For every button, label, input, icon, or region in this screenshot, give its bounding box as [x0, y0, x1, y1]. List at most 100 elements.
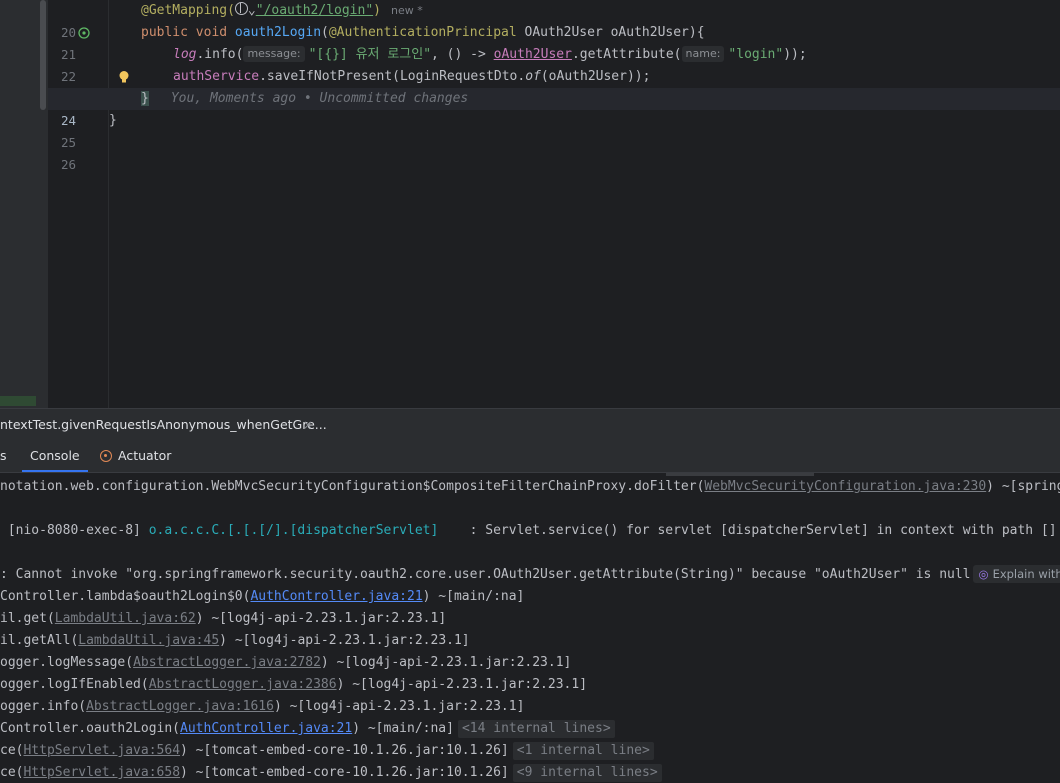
log-text: [nio-8080-exec-8]	[0, 523, 149, 538]
code-text: @GetMapping(⌄"/oauth2/login") new *	[141, 0, 423, 22]
log-text: ) ~[main/:na]	[422, 589, 525, 604]
source-link[interactable]: LambdaUtil.java:62	[55, 611, 196, 626]
paren: )	[373, 3, 381, 18]
log-text: ogger.info(	[0, 699, 87, 714]
log-text: ) ~[log4j-api-2.23.1.jar:2.23.1]	[320, 655, 572, 670]
folded-lines-toggle[interactable]: <9 internal lines>	[512, 764, 662, 782]
log-text: ) ~[log4j-api-2.23.1.jar:2.23.1]	[219, 633, 470, 648]
parameter-hint: message:	[243, 46, 305, 62]
console-line: [nio-8080-exec-8] o.a.c.c.C.[.[.[/].[dis…	[0, 520, 1060, 542]
code-line[interactable]: 21 public void oauth2Login(@Authenticati…	[48, 22, 1060, 62]
log-text: ) ~[log4j-api-2.23.1.jar:2.23.1]	[195, 611, 447, 626]
method-name: oauth2Login	[234, 25, 322, 40]
log-text: ce(	[0, 743, 24, 758]
stack-frame: Controller.oauth2Login(AuthController.ja…	[0, 718, 615, 740]
tab-actuator-label: Actuator	[118, 448, 172, 463]
log-text: il.getAll(	[0, 633, 79, 648]
console-line: : Cannot invoke "org.springframework.sec…	[0, 564, 1060, 586]
code-text: } You, Moments ago • Uncommitted changes	[141, 88, 468, 110]
code-text: authService.saveIfNotPresent(LoginReques…	[173, 66, 650, 88]
code-line[interactable]: 26	[48, 132, 1060, 172]
console-output[interactable]: notation.web.configuration.WebMvcSecurit…	[0, 473, 1060, 783]
endpoint-path[interactable]: "/oauth2/login"	[256, 3, 373, 18]
field-ref: authService	[173, 69, 260, 84]
closing-brace: }	[141, 91, 149, 106]
source-link[interactable]: WebMvcSecurityConfiguration.java:230	[704, 479, 986, 494]
stack-frame: il.getAll(LambdaUtil.java:45) ~[log4j-ap…	[0, 630, 470, 652]
code-line[interactable]: 22 log.info(message: "[{}] 유저 로그인", () ->…	[48, 44, 1060, 84]
run-tab-bar: ntextTest.givenRequestIsAnonymous_whenGe…	[0, 408, 1060, 441]
code-editor[interactable]: 20 @GetMapping(⌄"/oauth2/login") new * 21…	[0, 0, 1060, 408]
log-field: log	[173, 47, 197, 62]
code-text: public void oauth2Login(@AuthenticationP…	[141, 22, 705, 44]
code-line[interactable]: 23 authService.saveIfNotPresent(LoginReq…	[48, 66, 1060, 106]
string-literal: "login"	[728, 47, 784, 62]
stack-frame: ogger.info(AbstractLogger.java:1616) ~[l…	[0, 696, 524, 718]
source-link[interactable]: AuthController.java:21	[250, 589, 422, 604]
source-link[interactable]: AbstractLogger.java:1616	[86, 699, 274, 714]
string-literal: "[{}] 유저 로그인"	[308, 47, 432, 62]
source-link[interactable]: HttpServlet.java:658	[23, 765, 180, 780]
log-text: Controller.lambda$oauth2Login$0(	[0, 589, 251, 604]
close-icon[interactable]: ×	[303, 417, 317, 433]
new-hint[interactable]: new *	[391, 4, 423, 17]
log-text: ogger.logIfEnabled(	[0, 677, 149, 692]
source-link[interactable]: AbstractLogger.java:2782	[133, 655, 321, 670]
explain-label: Explain with	[992, 567, 1060, 581]
method-call: .info(	[196, 47, 244, 62]
log-text: : Servlet.service() for servlet [dispatc…	[438, 523, 1060, 538]
closing-brace: }	[109, 113, 117, 128]
stack-frame: il.get(LambdaUtil.java:62) ~[log4j-api-2…	[0, 608, 446, 630]
source-link[interactable]: AuthController.java:21	[180, 721, 352, 736]
exception-message: : Cannot invoke "org.springframework.sec…	[0, 567, 971, 582]
folded-lines-toggle[interactable]: <14 internal lines>	[457, 720, 615, 738]
lightbulb-icon[interactable]	[118, 70, 130, 84]
variable-ref[interactable]: oAuth2User	[494, 47, 572, 62]
paren: ));	[783, 47, 807, 62]
stack-frame: ogger.logIfEnabled(AbstractLogger.java:2…	[0, 674, 587, 696]
parameters: OAuth2User oAuth2User){	[516, 25, 705, 40]
source-link[interactable]: LambdaUtil.java:45	[78, 633, 219, 648]
stack-frame: ce(HttpServlet.java:658) ~[tomcat-embed-…	[0, 762, 662, 783]
source-link[interactable]: AbstractLogger.java:2386	[149, 677, 337, 692]
project-panel-selection	[0, 396, 36, 406]
logger-name[interactable]: o.a.c.c.C.[.[.[/].[dispatcherServlet]	[149, 523, 439, 538]
source-link[interactable]: HttpServlet.java:564	[23, 743, 180, 758]
globe-icon[interactable]	[234, 2, 248, 15]
ai-assistant-icon: ◎	[978, 567, 989, 581]
tab-partial[interactable]: s	[0, 440, 7, 472]
code-line[interactable]: 25 }	[48, 110, 1060, 150]
endpoint-gutter-icon[interactable]	[78, 27, 90, 39]
tab-actuator[interactable]: Actuator	[100, 440, 171, 472]
tab-console[interactable]: Console	[22, 440, 88, 472]
chevron-down-icon[interactable]: ⌄	[248, 3, 256, 18]
log-text: notation.web.configuration.WebMvcSecurit…	[0, 479, 705, 494]
log-text: ) ~[spring-	[986, 479, 1060, 494]
log-text: ) ~[tomcat-embed-core-10.1.26.jar:10.1.2…	[180, 743, 509, 758]
code-line[interactable]: 20 @GetMapping(⌄"/oauth2/login") new *	[48, 0, 1060, 40]
annotation: @AuthenticationPrincipal	[328, 25, 517, 40]
stack-frame: Controller.lambda$oauth2Login$0(AuthCont…	[0, 586, 524, 608]
git-blame-annotation[interactable]: You, Moments ago • Uncommitted changes	[171, 91, 468, 106]
log-text: ogger.logMessage(	[0, 655, 134, 670]
project-panel-edge	[0, 0, 48, 408]
log-text: ce(	[0, 765, 24, 780]
folded-lines-toggle[interactable]: <1 internal line>	[512, 742, 654, 760]
paren: (	[321, 25, 329, 40]
project-panel-scrollbar[interactable]	[40, 0, 46, 110]
static-method: of	[525, 69, 541, 84]
log-text: il.get(	[0, 611, 55, 626]
stack-frame: ce(HttpServlet.java:564) ~[tomcat-embed-…	[0, 740, 654, 762]
stack-frame: ogger.logMessage(AbstractLogger.java:278…	[0, 652, 571, 674]
actuator-icon	[100, 450, 112, 462]
run-config-tab[interactable]: ntextTest.givenRequestIsAnonymous_whenGe…	[0, 409, 327, 441]
code-line-current[interactable]: 24 } You, Moments ago • Uncommitted chang…	[48, 88, 1060, 128]
method-call: .saveIfNotPresent(LoginRequestDto.	[259, 69, 526, 84]
explain-with-ai-button[interactable]: ◎ Explain with	[972, 565, 1060, 583]
parameter-hint: name:	[681, 46, 725, 62]
log-text: ) ~[log4j-api-2.23.1.jar:2.23.1]	[273, 699, 525, 714]
paren: (oAuth2User));	[540, 69, 651, 84]
code-text: }	[109, 110, 117, 132]
line-number: 26	[60, 157, 76, 172]
log-text: ) ~[main/:na]	[352, 721, 454, 736]
